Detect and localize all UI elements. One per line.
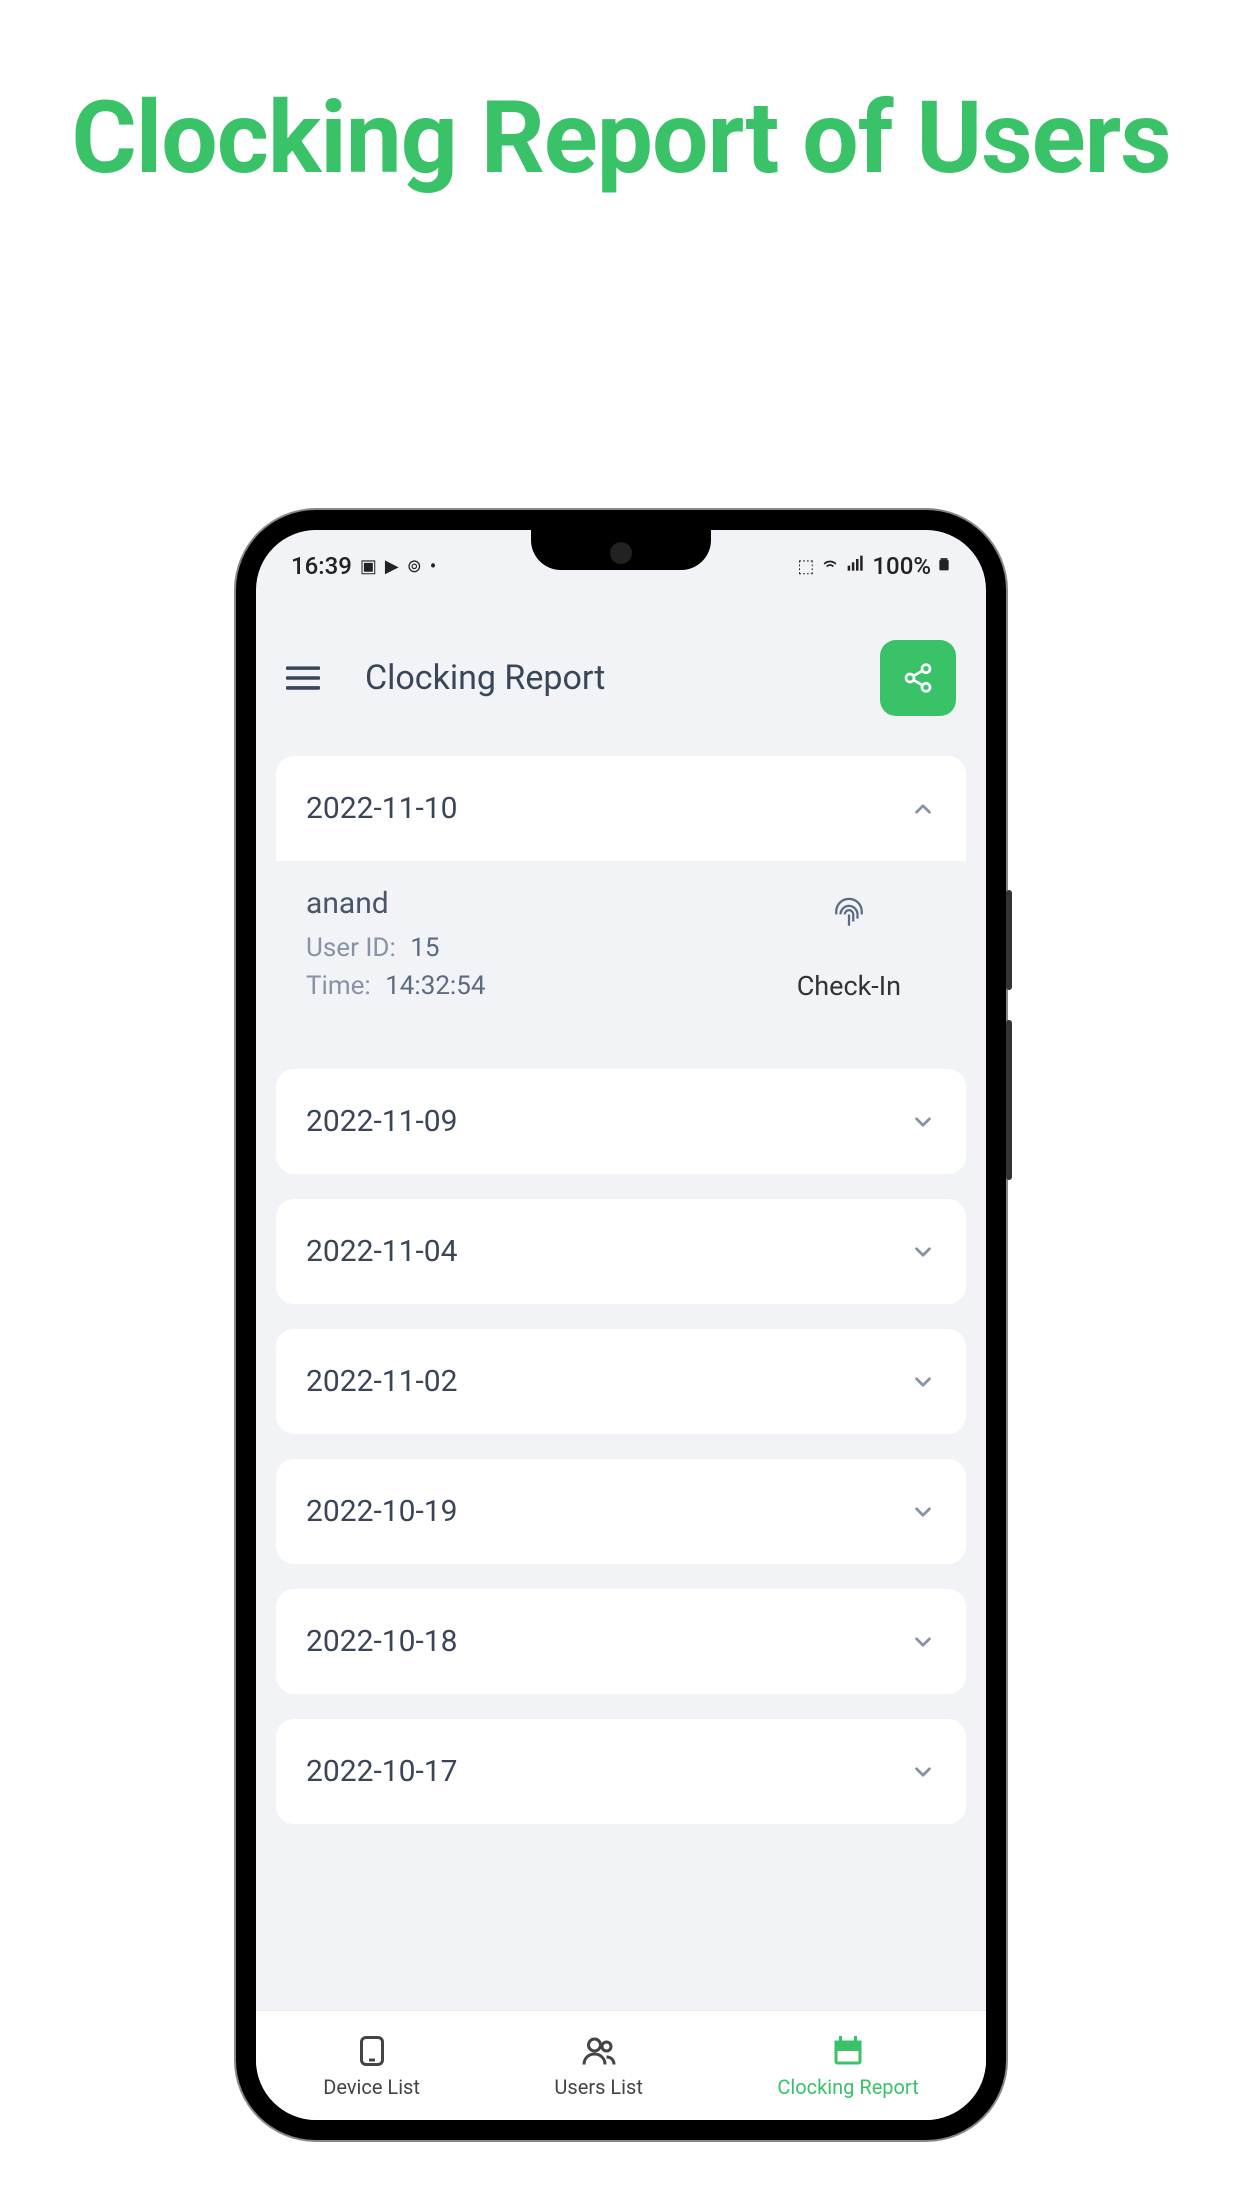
phone-notch	[531, 530, 711, 570]
nav-users-list[interactable]: Users List	[554, 2033, 642, 2099]
date-row[interactable]: 2022-11-02	[276, 1329, 966, 1434]
data-icon: ⬚	[797, 556, 814, 577]
date-text: 2022-10-19	[306, 1494, 457, 1529]
user-id-row: User ID: 15	[306, 933, 485, 963]
phone-side-button	[1006, 890, 1012, 990]
status-left: 16:39 ▣ ▶ ⊚ •	[291, 552, 436, 580]
action-label: Check-In	[797, 970, 901, 1002]
records-list: 2022-11-10 anand User ID: 15 Time: 14:32…	[256, 756, 986, 1824]
date-row[interactable]: 2022-11-04	[276, 1199, 966, 1304]
calendar-icon	[830, 2033, 866, 2069]
dot-icon: •	[430, 556, 436, 577]
header-title: Clocking Report	[365, 658, 605, 698]
share-button[interactable]	[880, 640, 956, 716]
nav-label: Device List	[323, 2075, 420, 2099]
status-right: ⬚ 100%	[797, 552, 951, 580]
nav-label: Users List	[554, 2075, 642, 2099]
phone-screen: 16:39 ▣ ▶ ⊚ • ⬚ 100%	[256, 530, 986, 2120]
date-row[interactable]: 2022-11-10	[276, 756, 966, 861]
date-text: 2022-10-18	[306, 1624, 457, 1659]
date-text: 2022-11-09	[306, 1104, 457, 1139]
phone-frame: 16:39 ▣ ▶ ⊚ • ⬚ 100%	[236, 510, 1006, 2140]
fingerprint-icon	[832, 896, 866, 930]
date-text: 2022-11-02	[306, 1364, 457, 1399]
settings-status-icon: ⊚	[407, 556, 422, 577]
date-row[interactable]: 2022-10-18	[276, 1589, 966, 1694]
bottom-nav: Device List Users List Clocking Report	[256, 2010, 986, 2120]
chevron-down-icon	[910, 1499, 936, 1525]
date-text: 2022-10-17	[306, 1754, 457, 1789]
user-name: anand	[306, 886, 485, 921]
battery-percent: 100%	[872, 552, 931, 580]
record-detail: anand User ID: 15 Time: 14:32:54	[276, 861, 966, 1044]
users-icon	[581, 2033, 617, 2069]
tablet-icon	[354, 2033, 390, 2069]
nav-clocking-report[interactable]: Clocking Report	[777, 2033, 918, 2099]
battery-icon	[937, 553, 951, 580]
user-id-value: 15	[410, 933, 439, 963]
time-label: Time:	[306, 971, 371, 1001]
wifi-icon	[820, 554, 840, 579]
chevron-down-icon	[910, 1759, 936, 1785]
signal-icon	[846, 554, 866, 579]
date-row[interactable]: 2022-10-19	[276, 1459, 966, 1564]
user-id-label: User ID:	[306, 933, 396, 963]
nav-label: Clocking Report	[777, 2075, 918, 2099]
date-row[interactable]: 2022-11-09	[276, 1069, 966, 1174]
chevron-down-icon	[910, 1629, 936, 1655]
chevron-down-icon	[910, 1239, 936, 1265]
phone-side-button	[1006, 1020, 1012, 1180]
date-row[interactable]: 2022-10-17	[276, 1719, 966, 1824]
chevron-down-icon	[910, 1369, 936, 1395]
menu-icon[interactable]	[286, 665, 320, 691]
page-title: Clocking Report of Users	[0, 0, 1242, 197]
time-row: Time: 14:32:54	[306, 971, 485, 1001]
status-time: 16:39	[291, 552, 352, 580]
date-text: 2022-11-04	[306, 1234, 457, 1269]
youtube-icon: ▶	[385, 556, 399, 577]
chevron-down-icon	[910, 1109, 936, 1135]
app-header: Clocking Report	[256, 590, 986, 756]
gallery-icon: ▣	[360, 556, 377, 577]
date-text: 2022-11-10	[306, 791, 457, 826]
chevron-up-icon	[910, 796, 936, 822]
nav-device-list[interactable]: Device List	[323, 2033, 420, 2099]
time-value: 14:32:54	[385, 971, 485, 1001]
